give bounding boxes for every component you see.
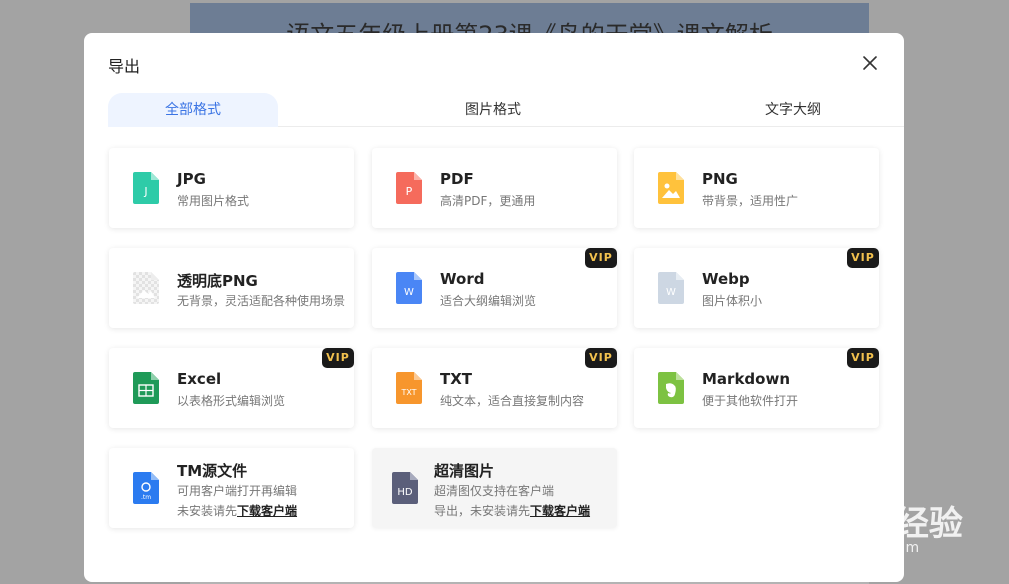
format-desc: 超清图仅支持在客户端 [434, 484, 555, 498]
format-card-tm-source[interactable]: .tm TM源文件 可用客户端打开再编辑 未安装请先下载客户端 [109, 448, 354, 528]
format-name: 透明底PNG [177, 272, 258, 290]
svg-text:HD: HD [397, 487, 413, 498]
format-name: Excel [177, 370, 222, 388]
format-desc: 常用图片格式 [177, 194, 250, 208]
download-client-link[interactable]: 下载客户端 [237, 504, 297, 518]
background-document-header: 语文五年级上册第23课《鸟的天堂》课文解析 [190, 3, 869, 33]
background-document-title: 语文五年级上册第23课《鸟的天堂》课文解析 [190, 15, 869, 33]
format-desc: 高清PDF，更通用 [440, 194, 536, 208]
svg-text:W: W [666, 287, 676, 298]
word-file-icon: W [396, 272, 422, 304]
transparent-png-icon [133, 272, 159, 304]
format-name: JPG [177, 170, 206, 188]
format-card-excel[interactable]: Excel 以表格形式编辑浏览 VIP [109, 348, 354, 428]
vip-badge: VIP [322, 348, 354, 368]
format-desc: 带背景，适用性广 [702, 194, 799, 208]
format-desc-install-hint: 导出，未安装请先下载客户端 [434, 502, 590, 519]
watermark-url: jingyan.baidu.com [774, 540, 921, 556]
tab-text-outline[interactable]: 文字大纲 [708, 93, 878, 127]
jpg-file-icon: J [133, 172, 159, 204]
format-name: Webp [702, 270, 750, 288]
png-image-icon [658, 172, 684, 204]
format-desc: 以表格形式编辑浏览 [177, 394, 286, 408]
format-name: Word [440, 270, 485, 288]
format-desc-install-hint: 未安装请先下载客户端 [177, 502, 297, 519]
format-card-transparent-png[interactable]: 透明底PNG 无背景，灵活适配各种使用场景 [109, 248, 354, 328]
format-card-word[interactable]: W Word 适合大纲编辑浏览 VIP [372, 248, 617, 328]
format-name: TXT [440, 370, 473, 388]
close-icon[interactable] [860, 53, 880, 73]
svg-text:P: P [406, 185, 413, 198]
format-card-markdown[interactable]: Markdown 便于其他软件打开 VIP [634, 348, 879, 428]
txt-file-icon: TXT [396, 372, 422, 404]
webp-file-icon: W [658, 272, 684, 304]
format-name: PNG [702, 170, 738, 188]
vip-badge: VIP [847, 248, 879, 268]
install-hint-text: 未安装请先 [177, 504, 238, 518]
format-card-png[interactable]: PNG 带背景，适用性广 [634, 148, 879, 228]
format-desc: 无背景，灵活适配各种使用场景 [177, 294, 346, 308]
tab-image-formats[interactable]: 图片格式 [408, 93, 578, 127]
format-card-txt[interactable]: TXT TXT 纯文本，适合直接复制内容 VIP [372, 348, 617, 428]
hd-file-icon: HD [392, 472, 418, 504]
install-hint-text: 导出，未安装请先 [434, 504, 531, 518]
excel-file-icon [133, 372, 159, 404]
format-name: Markdown [702, 370, 791, 388]
format-desc: 便于其他软件打开 [702, 394, 799, 408]
baidu-jingyan-watermark: Baidu 经验 jingyan.baidu.com [774, 478, 964, 568]
format-card-hd-image[interactable]: HD 超清图片 超清图仅支持在客户端 导出，未安装请先下载客户端 [372, 448, 617, 528]
pdf-file-icon: P [396, 172, 422, 204]
watermark-logo: Baidu 经验 [774, 504, 963, 544]
format-card-jpg[interactable]: J JPG 常用图片格式 [109, 148, 354, 228]
download-client-link[interactable]: 下载客户端 [530, 504, 590, 518]
tm-file-icon: .tm [133, 472, 159, 504]
svg-text:W: W [404, 287, 414, 298]
format-desc: 可用客户端打开再编辑 [177, 484, 298, 498]
format-desc: 图片体积小 [702, 294, 763, 308]
format-card-webp[interactable]: W Webp 图片体积小 VIP [634, 248, 879, 328]
svg-text:.tm: .tm [141, 494, 151, 501]
svg-text:TXT: TXT [400, 388, 416, 397]
format-tabs: 全部格式 图片格式 文字大纲 [108, 93, 904, 127]
format-desc: 纯文本，适合直接复制内容 [440, 394, 585, 408]
svg-text:J: J [143, 185, 147, 198]
vip-badge: VIP [585, 348, 617, 368]
tab-all-formats[interactable]: 全部格式 [108, 93, 278, 127]
markdown-evernote-icon [658, 372, 684, 404]
dialog-title: 导出 [108, 57, 141, 76]
vip-badge: VIP [847, 348, 879, 368]
format-desc: 适合大纲编辑浏览 [440, 294, 537, 308]
format-name: PDF [440, 170, 474, 188]
vip-badge: VIP [585, 248, 617, 268]
format-name: 超清图片 [434, 462, 495, 480]
format-card-pdf[interactable]: P PDF 高清PDF，更通用 [372, 148, 617, 228]
format-name: TM源文件 [177, 462, 248, 480]
